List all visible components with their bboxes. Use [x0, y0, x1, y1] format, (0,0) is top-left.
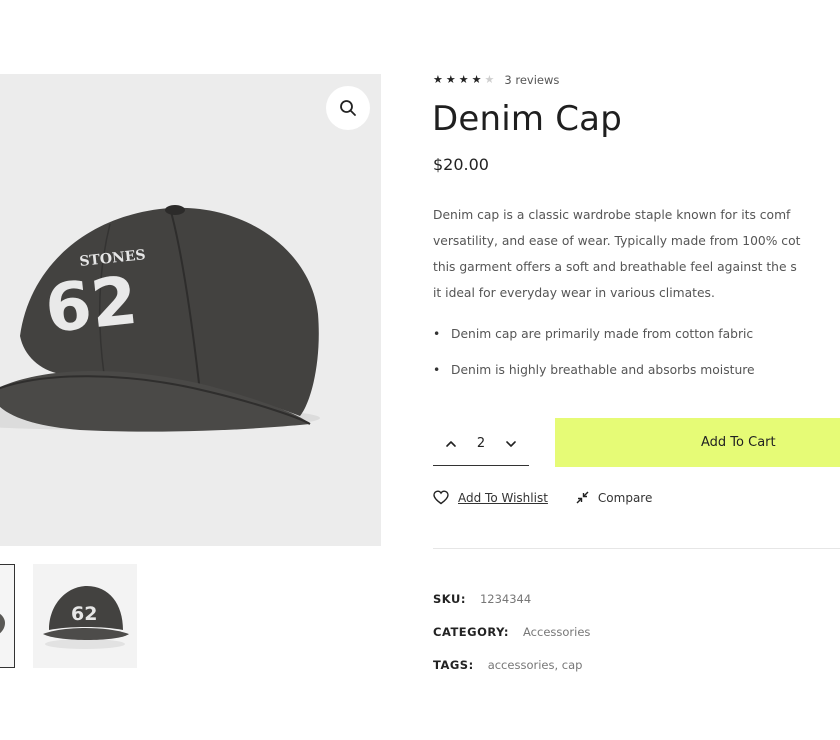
tags-links[interactable]: accessories, cap	[488, 658, 583, 672]
feature-item: Denim is highly breathable and absorbs m…	[433, 358, 755, 394]
product-actions: Add To Wishlist Compare	[433, 490, 652, 505]
thumbnail-2[interactable]: 62	[33, 564, 137, 668]
star-empty-icon: ★	[484, 73, 495, 86]
star-icon: ★	[433, 73, 443, 86]
product-sku: SKU: 1234344	[433, 592, 531, 606]
add-to-cart-button[interactable]: Add To Cart	[555, 418, 840, 467]
cap-thumbnail-image	[0, 614, 5, 634]
product-price: $20.00	[433, 155, 489, 174]
cap-thumbnail-image: 62	[43, 586, 129, 649]
quantity-decrease-button[interactable]	[503, 436, 519, 452]
reviews-count-link[interactable]: 3 reviews	[504, 73, 559, 87]
product-rating: ★ ★ ★ ★ ★ 3 reviews	[433, 73, 559, 87]
wishlist-label: Add To Wishlist	[458, 490, 548, 505]
product-title: Denim Cap	[432, 99, 622, 139]
compare-arrows-icon	[576, 491, 589, 504]
quantity-increase-button[interactable]	[443, 436, 459, 452]
description-line: Denim cap is a classic wardrobe staple k…	[433, 208, 791, 222]
chevron-up-icon	[446, 440, 456, 447]
sku-value: 1234344	[479, 592, 532, 606]
compare-link[interactable]: Compare	[575, 490, 652, 505]
heart-icon	[433, 490, 449, 505]
divider	[433, 548, 840, 549]
category-link[interactable]: Accessories	[523, 625, 590, 639]
category-label: CATEGORY:	[433, 625, 510, 639]
description-line: this garment offers a soft and breathabl…	[433, 260, 797, 274]
sku-label: SKU:	[433, 592, 466, 606]
quantity-stepper: 2	[433, 422, 529, 466]
star-icon: ★	[458, 73, 469, 86]
tags-label: TAGS:	[433, 658, 474, 672]
description-line: versatility, and ease of wear. Typically…	[433, 234, 801, 248]
thumbnail-1[interactable]	[0, 564, 15, 668]
product-main-image: STONES 62	[0, 74, 381, 546]
search-icon	[340, 100, 356, 116]
cap-number-text: 62	[42, 262, 141, 348]
thumbnail-number-text: 62	[71, 603, 97, 625]
quantity-value[interactable]: 2	[477, 436, 485, 451]
product-description: Denim cap is a classic wardrobe staple k…	[433, 202, 840, 306]
product-features: Denim cap are primarily made from cotton…	[433, 322, 755, 394]
star-icon: ★	[471, 73, 482, 86]
star-rating: ★ ★ ★ ★ ★	[433, 73, 494, 87]
product-tags: TAGS: accessories, cap	[433, 658, 582, 672]
feature-item: Denim cap are primarily made from cotton…	[433, 322, 755, 358]
description-line: it ideal for everyday wear in various cl…	[433, 286, 715, 300]
chevron-down-icon	[506, 440, 516, 447]
zoom-button[interactable]	[326, 86, 370, 130]
add-to-wishlist-link[interactable]: Add To Wishlist	[433, 490, 548, 505]
compare-label: Compare	[597, 490, 653, 505]
product-category: CATEGORY: Accessories	[433, 625, 590, 639]
cap-image: STONES 62	[0, 205, 320, 432]
star-icon: ★	[445, 73, 456, 86]
